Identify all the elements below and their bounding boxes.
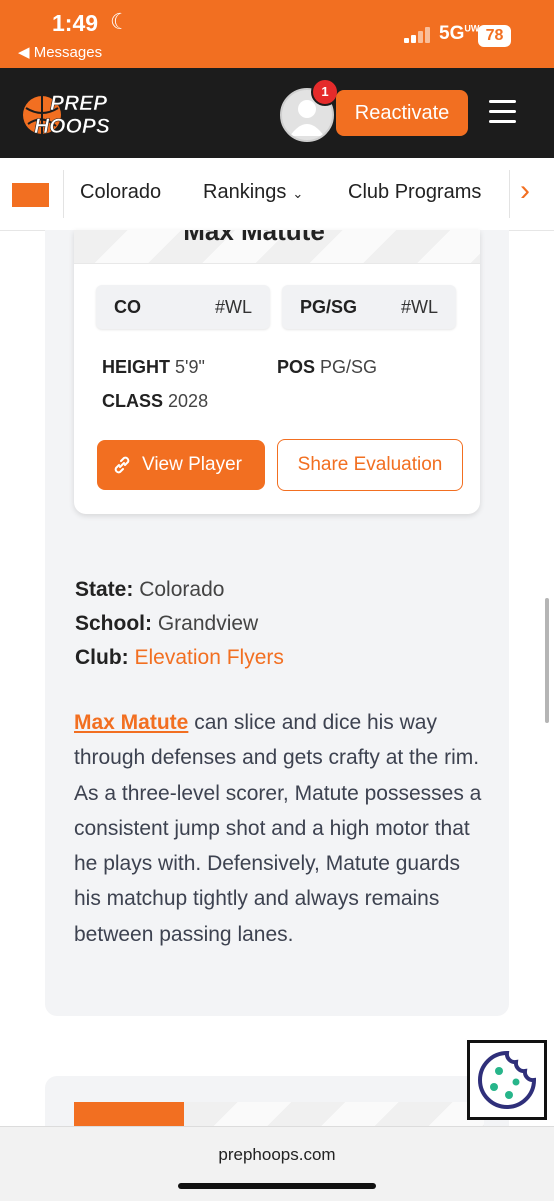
nav-item-rankings[interactable]: Rankings ⌄	[203, 181, 303, 204]
home-indicator[interactable]	[178, 1183, 376, 1189]
back-to-messages[interactable]: ◀ Messages	[18, 43, 102, 61]
evaluation-text: Max Matute can slice and dice his way th…	[74, 711, 482, 946]
cookie-settings-button[interactable]	[467, 1040, 547, 1120]
cookie-icon	[478, 1050, 537, 1109]
scrollbar[interactable]	[545, 598, 549, 723]
signal-icon	[404, 27, 434, 43]
moon-icon: ☾	[110, 9, 130, 34]
state-rank-chip: CO #WL	[96, 285, 270, 329]
club-link[interactable]: Elevation Flyers	[135, 646, 284, 669]
nav-item-club-programs[interactable]: Club Programs	[348, 181, 481, 204]
reactivate-button[interactable]: Reactivate	[336, 90, 468, 136]
status-bar: 1:49 ☾ ◀ Messages 5GUW 78	[0, 0, 554, 68]
club-row: Club: Elevation Flyers	[75, 646, 284, 669]
card-header: Max Matute	[74, 230, 480, 264]
position-rank-chip: PG/SG #WL	[282, 285, 456, 329]
url-text[interactable]: prephoops.com	[0, 1145, 554, 1165]
network-indicator: 5GUW	[439, 23, 480, 44]
player-card: Max Matute CO #WL PG/SG #WL HEIGHT 5'9" …	[74, 230, 480, 514]
share-evaluation-button[interactable]: Share Evaluation	[277, 439, 463, 491]
divider	[509, 170, 510, 218]
nav-item-colorado[interactable]: Colorado	[80, 181, 161, 204]
divider	[63, 170, 64, 218]
clock: 1:49	[52, 10, 99, 36]
site-header: PREP HOOPS	[0, 68, 554, 158]
browser-url-bar: prephoops.com	[0, 1126, 554, 1201]
menu-icon[interactable]	[489, 100, 516, 124]
player-name: Max Matute	[183, 230, 325, 246]
notification-badge: 1	[311, 78, 339, 106]
class-attribute: CLASS 2028	[102, 391, 209, 411]
state-row: State: Colorado	[75, 578, 225, 601]
link-icon	[114, 456, 130, 474]
colorado-state-icon[interactable]	[12, 183, 49, 207]
chevron-down-icon: ⌄	[292, 186, 304, 201]
player-link[interactable]: Max Matute	[74, 711, 188, 734]
position-attribute: POS PG/SG	[277, 357, 378, 377]
svg-text:HOOPS: HOOPS	[34, 115, 110, 138]
state-nav: Colorado Rankings ⌄ Club Programs ›	[0, 158, 554, 231]
battery-icon: 78	[478, 25, 511, 47]
view-player-button[interactable]: View Player	[97, 440, 265, 490]
chevron-right-icon[interactable]: ›	[520, 174, 530, 208]
school-row: School: Grandview	[75, 612, 259, 635]
svg-text:PREP: PREP	[50, 92, 108, 115]
prep-hoops-logo[interactable]: PREP HOOPS	[22, 88, 134, 140]
height-attribute: HEIGHT 5'9"	[102, 357, 205, 377]
